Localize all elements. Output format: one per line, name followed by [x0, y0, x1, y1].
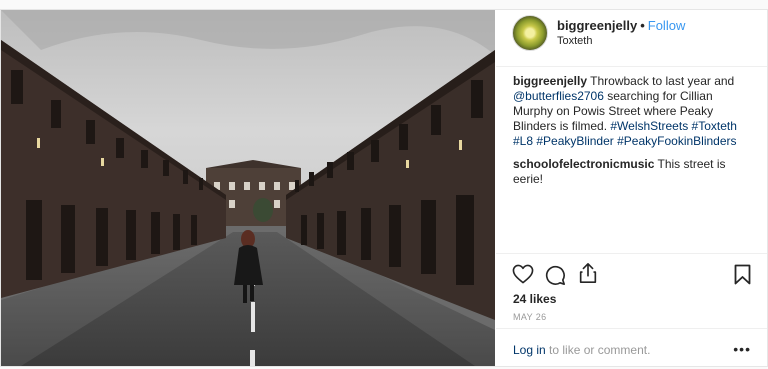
hashtag[interactable]: #Toxteth: [692, 119, 737, 133]
author-username[interactable]: biggreenjelly: [557, 18, 637, 33]
caption: biggreenjelly Throwback to last year and…: [513, 74, 753, 149]
street-photo-illustration: [1, 10, 495, 366]
caption-text-1: Throwback to last year and: [590, 74, 735, 88]
post-author: biggreenjelly • Follow: [557, 18, 685, 33]
heart-icon[interactable]: [512, 264, 534, 289]
login-prompt: Log in to like or comment.: [513, 343, 650, 357]
comments-section: biggreenjelly Throwback to last year and…: [513, 74, 753, 195]
post-sidebar: biggreenjelly • Follow Toxteth biggreenjel…: [496, 10, 767, 366]
bookmark-icon[interactable]: [734, 264, 751, 290]
avatar[interactable]: [512, 15, 548, 51]
instagram-post: biggreenjelly • Follow Toxteth biggreenjel…: [0, 9, 768, 367]
action-bar: 24 likes MAY 26: [496, 253, 767, 339]
caption-username[interactable]: biggreenjelly: [513, 74, 587, 88]
likes-count[interactable]: 24 likes: [513, 292, 556, 306]
separator-dot: •: [640, 18, 645, 33]
comment-icon[interactable]: [544, 264, 566, 291]
follow-button[interactable]: Follow: [648, 18, 686, 33]
hashtag[interactable]: #PeakyFookinBlinders: [617, 134, 736, 148]
comment-username[interactable]: schoolofelectronicmusic: [513, 157, 654, 171]
comment: schoolofelectronicmusic This street is e…: [513, 157, 753, 187]
hashtag[interactable]: #PeakyBlinder: [536, 134, 613, 148]
caption-mention[interactable]: @butterflies2706: [513, 89, 604, 103]
post-header: biggreenjelly • Follow Toxteth: [496, 10, 767, 67]
more-options-icon[interactable]: •••: [733, 341, 751, 357]
location-link[interactable]: Toxteth: [557, 35, 592, 47]
hashtag[interactable]: #WelshStreets: [610, 119, 688, 133]
post-photo[interactable]: [1, 10, 495, 366]
comment-footer: Log in to like or comment. •••: [496, 328, 767, 367]
login-link[interactable]: Log in: [513, 343, 546, 357]
share-icon[interactable]: [578, 262, 598, 289]
login-suffix: to like or comment.: [549, 343, 651, 357]
hashtag[interactable]: #L8: [513, 134, 533, 148]
post-date: MAY 26: [513, 312, 547, 322]
